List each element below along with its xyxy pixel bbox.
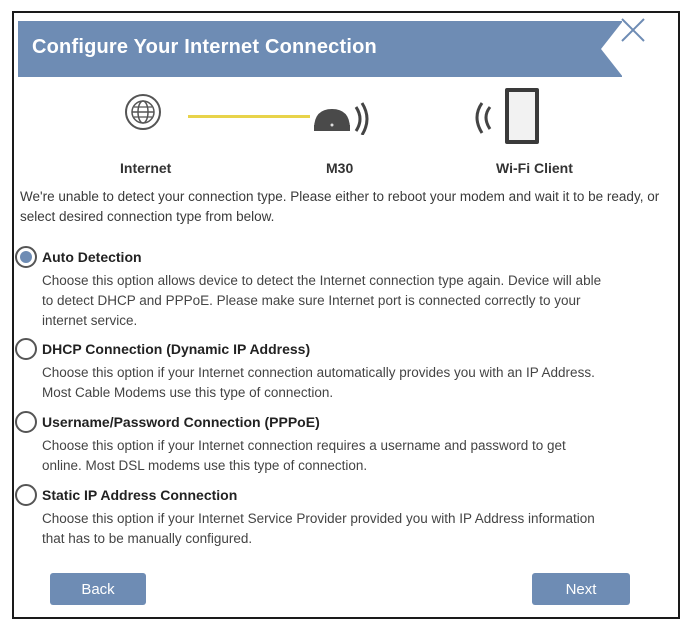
- option-title: Username/Password Connection (PPPoE): [42, 414, 320, 430]
- radio-pppoe[interactable]: [15, 411, 37, 433]
- option-pppoe: Username/Password Connection (PPPoE) Cho…: [15, 411, 660, 473]
- option-dhcp: DHCP Connection (Dynamic IP Address) Cho…: [15, 338, 660, 400]
- option-title: Auto Detection: [42, 249, 142, 265]
- option-description: Choose this option allows device to dete…: [42, 273, 602, 328]
- router-icon: [314, 102, 369, 135]
- option-title: Static IP Address Connection: [42, 487, 238, 503]
- dialog-title: Configure Your Internet Connection: [32, 36, 377, 58]
- option-description: Choose this option if your Internet conn…: [42, 365, 595, 400]
- tablet-icon: [505, 88, 539, 144]
- device-label: M30: [326, 160, 354, 176]
- dialog-header: Configure Your Internet Connection: [18, 21, 623, 77]
- option-static-ip: Static IP Address Connection Choose this…: [15, 484, 660, 546]
- option-title: DHCP Connection (Dynamic IP Address): [42, 341, 311, 357]
- globe-icon: [125, 94, 161, 130]
- radio-static-ip[interactable]: [15, 484, 37, 506]
- option-description: Choose this option if your Internet conn…: [42, 438, 566, 473]
- back-button[interactable]: Back: [50, 573, 146, 605]
- internet-label: Internet: [120, 160, 172, 176]
- client-label: Wi-Fi Client: [496, 160, 573, 176]
- intro-text: We're unable to detect your connection t…: [20, 189, 660, 224]
- connection-diagram: Internet M30 Wi-Fi Client: [14, 85, 682, 185]
- option-auto-detection: Auto Detection Choose this option allows…: [15, 246, 660, 328]
- next-button[interactable]: Next: [532, 573, 630, 605]
- radio-auto-detection[interactable]: [15, 246, 37, 268]
- close-icon[interactable]: [618, 15, 648, 45]
- option-description: Choose this option if your Internet Serv…: [42, 511, 595, 546]
- radio-dhcp[interactable]: [15, 338, 37, 360]
- wifi-signal-icon: [475, 102, 492, 134]
- configure-dialog: Configure Your Internet Connection Inter…: [12, 11, 680, 619]
- connection-line: [188, 115, 310, 118]
